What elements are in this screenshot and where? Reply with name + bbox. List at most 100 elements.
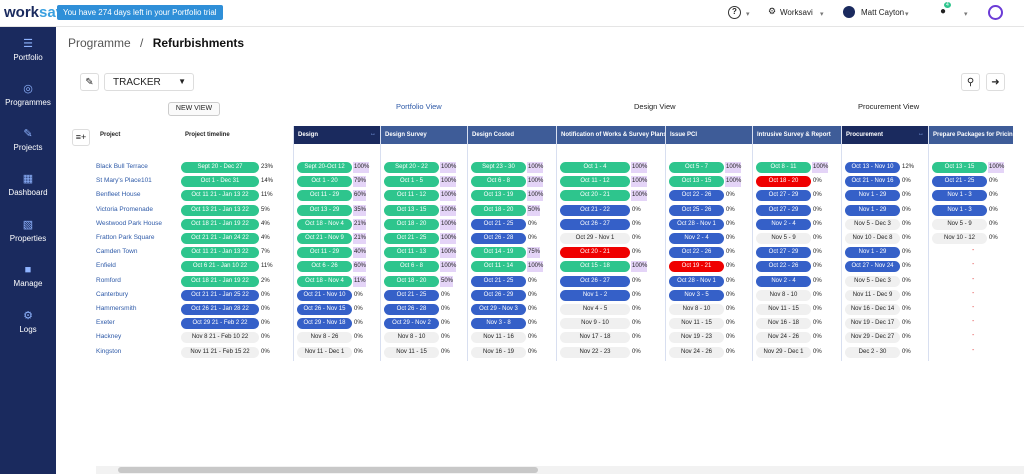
stage-date-pill[interactable]: Nov 29 - Dec 27 <box>845 332 900 344</box>
stage-date-pill[interactable]: Oct 21 - 25 <box>384 289 439 301</box>
project-link[interactable]: Hackney <box>96 333 121 340</box>
export-button[interactable]: ➜ <box>986 73 1005 91</box>
stage-date-pill[interactable]: Sept 20-Oct 12 <box>297 162 352 173</box>
stage-date-pill[interactable]: Oct 1 - Dec 31 <box>181 176 259 188</box>
stage-date-pill[interactable]: Nov 8 - 26 <box>297 332 352 344</box>
stage-date-pill[interactable]: Oct 21 - Nov 16 <box>845 176 900 188</box>
stage-date-pill[interactable]: Oct 18 21 - Jan 19 22 <box>181 275 259 287</box>
stage-date-pill[interactable]: Nov 24 - 26 <box>669 346 724 358</box>
project-link[interactable]: Westwood Park House <box>96 220 162 227</box>
stage-date-pill[interactable]: Oct 26 - 27 <box>560 218 630 230</box>
stage-date-pill[interactable]: Nov 19 - Dec 17 <box>845 318 900 330</box>
stage-date-pill[interactable]: Oct 21 - 25 <box>384 233 439 244</box>
stage-date-pill[interactable]: Nov 1 - 29 <box>845 204 900 216</box>
stage-date-pill[interactable]: Oct 1 - 5 <box>384 176 439 188</box>
stage-date-pill[interactable]: Nov 8 - 10 <box>756 289 811 301</box>
stage-date-pill[interactable]: Oct 20 - 21 <box>560 190 630 202</box>
stage-date-pill[interactable]: Oct 11 - 29 <box>297 190 352 202</box>
stage-date-pill[interactable]: Nov 1 - 2 <box>560 289 630 301</box>
view-link-portfolio[interactable]: Portfolio View <box>396 102 442 111</box>
stage-date-pill[interactable]: Nov 2 - 4 <box>669 233 724 244</box>
brand-icon[interactable] <box>988 5 1003 20</box>
chevron-down-icon[interactable]: ▾ <box>746 10 750 18</box>
stage-date-pill[interactable]: Nov 17 - 18 <box>560 332 630 344</box>
stage-date-pill[interactable]: Oct 11 - 29 <box>297 247 352 259</box>
project-link[interactable]: Kingston <box>96 348 121 355</box>
chevron-down-icon[interactable]: ▾ <box>905 10 909 18</box>
sidebar-item-dashboard[interactable]: ▦ Dashboard <box>0 173 56 197</box>
stage-date-pill[interactable]: Oct 18 - Nov 4 <box>297 275 352 287</box>
stage-date-pill[interactable]: Oct 21 - Nov 10 <box>297 289 352 301</box>
stage-date-pill[interactable]: Oct 22 - 26 <box>669 190 724 202</box>
stage-date-pill[interactable]: Oct 21 21 - Jan 24 22 <box>181 233 259 244</box>
stage-date-pill[interactable]: Oct 26 21 - Jan 28 22 <box>181 304 259 315</box>
stage-date-pill[interactable]: Oct 6 - 26 <box>297 261 352 273</box>
stage-date-pill[interactable]: Oct 21 - 25 <box>471 218 526 230</box>
stage-date-pill[interactable]: Nov 11 - 15 <box>756 304 811 315</box>
project-link[interactable]: Black Bull Terrace <box>96 163 148 170</box>
project-link[interactable]: Victoria Promenade <box>96 206 153 213</box>
project-link[interactable]: Exeter <box>96 319 115 326</box>
stage-date-pill[interactable]: Nov 1 - 29 <box>845 247 900 259</box>
chevron-down-icon[interactable]: ▾ <box>964 10 968 18</box>
stage-date-pill[interactable]: Oct 29 21 - Feb 2 22 <box>181 318 259 330</box>
project-link[interactable]: St Mary's Place101 <box>96 177 152 184</box>
stage-date-pill[interactable]: Nov 2 - 4 <box>756 218 811 230</box>
stage-date-pill[interactable]: Nov 8 - 10 <box>384 332 439 344</box>
stage-date-pill[interactable]: Oct 20 - 21 <box>560 247 630 259</box>
add-column-button[interactable]: ≡+ <box>72 129 90 146</box>
stage-date-pill[interactable]: Nov 1 - 3 <box>932 190 987 202</box>
stage-date-pill[interactable]: Oct 22 - 26 <box>669 247 724 259</box>
stage-date-pill[interactable]: Sept 23 - 30 <box>471 162 526 173</box>
stage-date-pill[interactable]: Nov 5 - Dec 3 <box>845 218 900 230</box>
stage-date-pill[interactable]: Oct 18 - 20 <box>471 204 526 216</box>
project-link[interactable]: Canterbury <box>96 291 128 298</box>
search-button[interactable]: ⚲ <box>961 73 980 91</box>
stage-date-pill[interactable]: Oct 1 - 20 <box>297 176 352 188</box>
column-header-prepare-packages[interactable]: Prepare Packages for Pricing <box>929 126 1013 144</box>
stage-date-pill[interactable]: Oct 18 - 20 <box>384 275 439 287</box>
stage-date-pill[interactable]: Oct 13 - 29 <box>297 204 352 216</box>
stage-date-pill[interactable]: Oct 14 - 19 <box>471 247 526 259</box>
stage-date-pill[interactable]: Nov 11 - Dec 9 <box>845 289 900 301</box>
collapse-icon[interactable]: ↔ <box>918 131 924 137</box>
sidebar-item-programmes[interactable]: ◎ Programmes <box>0 83 56 107</box>
column-header-notification[interactable]: Notification of Works & Survey Plans <box>557 126 665 144</box>
stage-date-pill[interactable]: Nov 1 - 29 <box>845 190 900 202</box>
column-header-procurement[interactable]: Procurement <box>842 126 928 144</box>
view-link-procurement[interactable]: Procurement View <box>858 102 919 111</box>
column-header-issue-pci[interactable]: Issue PCI <box>666 126 752 144</box>
stage-date-pill[interactable]: Oct 26 - 28 <box>384 304 439 315</box>
new-view-button[interactable]: NEW VIEW <box>168 102 220 116</box>
stage-date-pill[interactable]: Oct 13 - 15 <box>669 176 724 188</box>
stage-date-pill[interactable]: Nov 11 - 16 <box>471 332 526 344</box>
stage-date-pill[interactable]: Oct 18 - 20 <box>384 218 439 230</box>
stage-date-pill[interactable]: Oct 1 - 4 <box>560 162 630 173</box>
project-link[interactable]: Benfleet House <box>96 191 140 198</box>
stage-date-pill[interactable]: Nov 16 - 19 <box>471 346 526 358</box>
project-link[interactable]: Fratton Park Square <box>96 234 155 241</box>
column-header-design-survey[interactable]: Design Survey <box>381 126 467 144</box>
sidebar-item-projects[interactable]: ✎ Projects <box>0 128 56 152</box>
column-header-design-costed[interactable]: Design Costed <box>468 126 556 144</box>
stage-date-pill[interactable]: Oct 21 - 25 <box>932 176 987 188</box>
stage-date-pill[interactable]: Nov 16 - Dec 14 <box>845 304 900 315</box>
collapse-icon[interactable]: ↔ <box>370 131 376 137</box>
stage-date-pill[interactable]: Oct 6 - 8 <box>471 176 526 188</box>
stage-date-pill[interactable]: Nov 9 - 10 <box>560 318 630 330</box>
stage-date-pill[interactable]: Oct 26 - 29 <box>471 289 526 301</box>
stage-date-pill[interactable]: Oct 8 - 11 <box>756 162 811 173</box>
stage-date-pill[interactable]: Nov 3 - 5 <box>669 289 724 301</box>
stage-date-pill[interactable]: Oct 29 - Nov 1 <box>560 233 630 244</box>
stage-date-pill[interactable]: Oct 26 - 27 <box>560 275 630 287</box>
sidebar-item-manage[interactable]: ■ Manage <box>0 264 56 288</box>
stage-date-pill[interactable]: Nov 19 - 23 <box>669 332 724 344</box>
stage-date-pill[interactable]: Oct 11 21 - Jan 13 22 <box>181 190 259 202</box>
stage-date-pill[interactable]: Nov 4 - 5 <box>560 304 630 315</box>
stage-date-pill[interactable]: Nov 11 - 15 <box>384 346 439 358</box>
stage-date-pill[interactable]: Oct 11 - 13 <box>384 247 439 259</box>
stage-date-pill[interactable]: Oct 21 - 22 <box>560 204 630 216</box>
project-link[interactable]: Romford <box>96 277 121 284</box>
stage-date-pill[interactable]: Nov 3 - 8 <box>471 318 526 330</box>
stage-date-pill[interactable]: Nov 11 21 - Feb 15 22 <box>181 346 259 358</box>
